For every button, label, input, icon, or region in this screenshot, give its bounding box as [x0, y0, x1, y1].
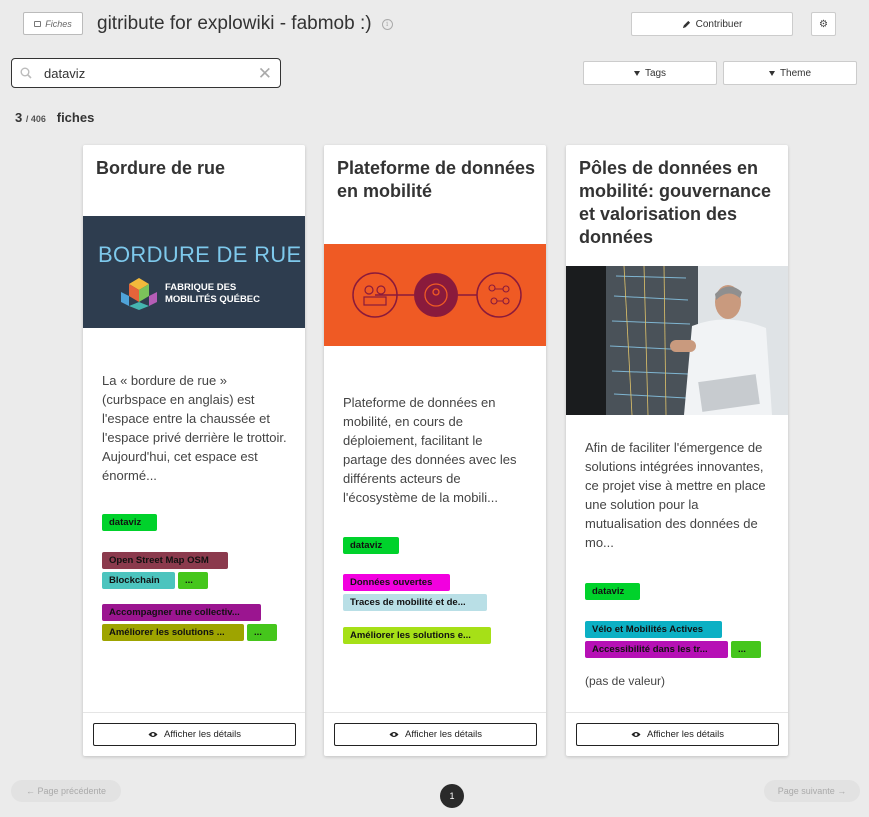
tag[interactable]: Accompagner une collectiv... — [102, 604, 261, 621]
results-shown: 3 — [15, 110, 23, 125]
image-brand-text: FABRIQUE DES MOBILITÉS QUÉBEC — [165, 282, 261, 305]
tag[interactable]: Vélo et Mobilités Actives — [585, 621, 722, 638]
show-details-button[interactable]: Afficher les détails — [576, 723, 779, 746]
tag[interactable]: Accessibilité dans les tr... — [585, 641, 728, 658]
page-title-text: gitribute for explowiki - fabmob :) — [97, 13, 372, 34]
card-image — [324, 244, 546, 346]
page-number-label: 1 — [449, 791, 455, 801]
gear-icon: ⚙ — [819, 18, 828, 30]
tag[interactable]: Open Street Map OSM — [102, 552, 228, 569]
tag[interactable]: ... — [731, 641, 761, 658]
card-view-icon — [34, 20, 42, 27]
previous-page-label: ← Page précédente — [25, 786, 107, 796]
show-details-button[interactable]: Afficher les détails — [93, 723, 296, 746]
network-illustration — [352, 272, 522, 318]
card-image — [566, 266, 788, 415]
tags-filter-button[interactable]: Tags — [583, 61, 717, 85]
pencil-icon — [682, 20, 690, 28]
tag[interactable]: dataviz — [102, 514, 157, 531]
no-value-text: (pas de valeur) — [585, 674, 666, 688]
theme-filter-button[interactable]: Theme — [723, 61, 857, 85]
card-title: Pôles de données en mobilité: gouvernanc… — [579, 158, 772, 247]
results-total: / 406 — [25, 114, 46, 124]
card-description: Plateforme de données en mobilité, en co… — [343, 395, 517, 505]
card-plateforme-donnees: Plateforme de données en mobilité Platef… — [324, 145, 546, 756]
eye-icon — [148, 732, 158, 737]
tag[interactable]: dataviz — [585, 583, 640, 600]
card-description: Afin de faciliter l'émergence de solutio… — [585, 440, 766, 550]
clear-icon[interactable]: ✕ — [258, 65, 272, 82]
page-title: gitribute for explowiki - fabmob :) i — [97, 13, 393, 35]
card-title: Plateforme de données en mobilité — [337, 158, 536, 201]
fiches-label: Fiches — [45, 18, 72, 29]
search-icon — [20, 67, 32, 79]
next-page-button[interactable]: Page suivante → — [764, 780, 860, 802]
fiches-button[interactable]: Fiches — [23, 12, 83, 35]
show-details-button[interactable]: Afficher les détails — [334, 723, 537, 746]
results-count: 3 / 406 fiches — [15, 110, 94, 125]
card-image: BORDURE DE RUE FABRIQUE DES MOBILITÉS QU… — [83, 216, 305, 328]
eye-icon — [389, 732, 399, 737]
contribute-button[interactable]: Contribuer — [631, 12, 793, 36]
tag[interactable]: ... — [247, 624, 277, 641]
tags-label: Tags — [644, 67, 667, 79]
card-bordure-de-rue: Bordure de rue BORDURE DE RUE FABRIQUE D… — [83, 145, 305, 756]
tag[interactable]: Améliorer les solutions ... — [102, 624, 244, 641]
tag[interactable]: ... — [178, 572, 208, 589]
tag[interactable]: Améliorer les solutions e... — [343, 627, 491, 644]
tag[interactable]: dataviz — [343, 537, 399, 554]
settings-button[interactable]: ⚙ — [811, 12, 836, 36]
page-number-button[interactable]: 1 — [440, 784, 464, 808]
contribute-label: Contribuer — [695, 18, 743, 30]
theme-label: Theme — [779, 67, 812, 79]
show-details-label: Afficher les détails — [647, 729, 724, 740]
next-page-label: Page suivante → — [777, 786, 847, 796]
previous-page-button[interactable]: ← Page précédente — [11, 780, 121, 802]
card-description: La « bordure de rue » (curbspace en angl… — [102, 373, 287, 483]
filter-icon — [633, 70, 640, 76]
info-icon[interactable]: i — [381, 18, 393, 30]
fabmob-logo — [121, 278, 157, 310]
search-input[interactable] — [44, 64, 254, 82]
card-divider — [324, 712, 546, 713]
search-box: ✕ — [11, 58, 281, 88]
tag[interactable]: Traces de mobilité et de... — [343, 594, 487, 611]
card-poles-donnees: Pôles de données en mobilité: gouvernanc… — [566, 145, 788, 756]
card-divider — [566, 712, 788, 713]
card-title: Bordure de rue — [96, 158, 226, 178]
show-details-label: Afficher les détails — [405, 729, 482, 740]
filter-icon — [768, 70, 775, 76]
image-title-text: BORDURE DE RUE — [98, 242, 302, 267]
card-divider — [83, 712, 305, 713]
results-label: fiches — [56, 110, 95, 125]
show-details-label: Afficher les détails — [164, 729, 241, 740]
tag[interactable]: Données ouvertes — [343, 574, 450, 591]
tag[interactable]: Blockchain — [102, 572, 175, 589]
eye-icon — [631, 732, 641, 737]
server-room-photo — [566, 266, 788, 415]
